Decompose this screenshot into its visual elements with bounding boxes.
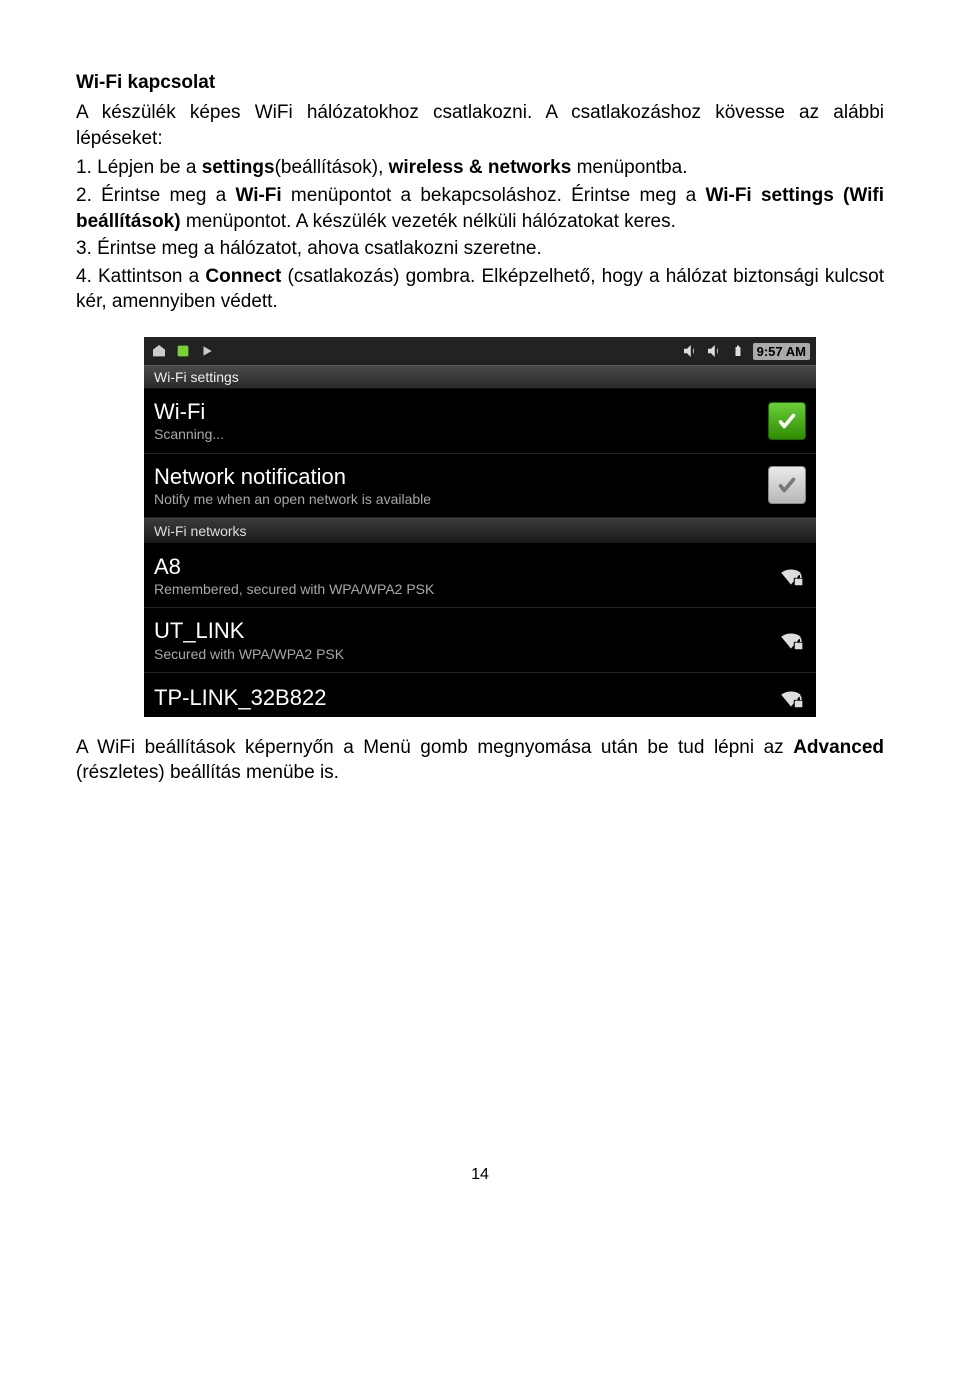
- item-title: Network notification: [154, 464, 758, 489]
- after-paragraph: A WiFi beállítások képernyőn a Menü gomb…: [76, 735, 884, 786]
- strong: Advanced: [793, 737, 884, 758]
- text: menüpontba.: [571, 157, 687, 178]
- device-screenshot: 9:57 AM Wi-Fi settings Wi-Fi Scanning...…: [76, 337, 884, 717]
- wifi-network-item[interactable]: A8 Remembered, secured with WPA/WPA2 PSK: [144, 544, 816, 608]
- text: 1. Lépjen be a: [76, 157, 202, 178]
- step-3: 3. Érintse meg a hálózatot, ahova csatla…: [76, 236, 884, 262]
- wifi-signal-lock-icon: [776, 683, 806, 713]
- text: A WiFi beállítások képernyőn a Menü gomb…: [76, 737, 793, 758]
- text: 2. Érintse meg a: [76, 185, 235, 206]
- android-screen: 9:57 AM Wi-Fi settings Wi-Fi Scanning...…: [144, 337, 816, 717]
- battery-icon: [729, 342, 747, 360]
- network-security: Remembered, secured with WPA/WPA2 PSK: [154, 581, 766, 597]
- section-heading: Wi-Fi kapcsolat: [76, 72, 884, 94]
- step-4: 4. Kattintson a Connect (csatlakozás) go…: [76, 264, 884, 315]
- strong: Connect: [205, 266, 281, 287]
- item-title: Wi-Fi: [154, 399, 758, 424]
- intro-paragraph: A készülék képes WiFi hálózatokhoz csatl…: [76, 100, 884, 151]
- network-name: UT_LINK: [154, 618, 766, 643]
- play-icon: [198, 342, 216, 360]
- item-subtitle: Scanning...: [154, 426, 758, 442]
- network-name: A8: [154, 554, 766, 579]
- text: (részletes) beállítás menübe is.: [76, 762, 339, 783]
- status-bar: 9:57 AM: [144, 337, 816, 365]
- step-2: 2. Érintse meg a Wi-Fi menüpontot a beka…: [76, 183, 884, 234]
- text: 4. Kattintson a: [76, 266, 205, 287]
- volume-icon-2: [705, 342, 723, 360]
- checkbox-checked-icon[interactable]: [768, 402, 806, 440]
- wifi-signal-lock-icon: [776, 561, 806, 591]
- screen-title-bar: Wi-Fi settings: [144, 365, 816, 389]
- strong: Wi-Fi: [235, 185, 281, 206]
- text: (beállítások),: [275, 157, 389, 178]
- text: menüpontot a bekapcsoláshoz. Érintse meg…: [282, 185, 706, 206]
- section-header-networks: Wi-Fi networks: [144, 518, 816, 544]
- setting-item-network-notification[interactable]: Network notification Notify me when an o…: [144, 454, 816, 518]
- network-name: TP-LINK_32B822: [154, 685, 766, 710]
- page-number: 14: [76, 1166, 884, 1184]
- strong: wireless & networks: [389, 157, 572, 178]
- checkbox-unchecked-icon[interactable]: [768, 466, 806, 504]
- item-subtitle: Notify me when an open network is availa…: [154, 491, 758, 507]
- app-icon: [174, 342, 192, 360]
- setting-item-wifi[interactable]: Wi-Fi Scanning...: [144, 389, 816, 453]
- status-time: 9:57 AM: [753, 343, 810, 360]
- text: menüpontot. A készülék vezeték nélküli h…: [181, 211, 676, 232]
- volume-icon: [681, 342, 699, 360]
- wifi-signal-lock-icon: [776, 625, 806, 655]
- step-1: 1. Lépjen be a settings(beállítások), wi…: [76, 155, 884, 181]
- wifi-network-item[interactable]: UT_LINK Secured with WPA/WPA2 PSK: [144, 608, 816, 672]
- network-security: Secured with WPA/WPA2 PSK: [154, 646, 766, 662]
- wifi-network-item[interactable]: TP-LINK_32B822: [144, 673, 816, 717]
- strong: settings: [202, 157, 275, 178]
- home-icon: [150, 342, 168, 360]
